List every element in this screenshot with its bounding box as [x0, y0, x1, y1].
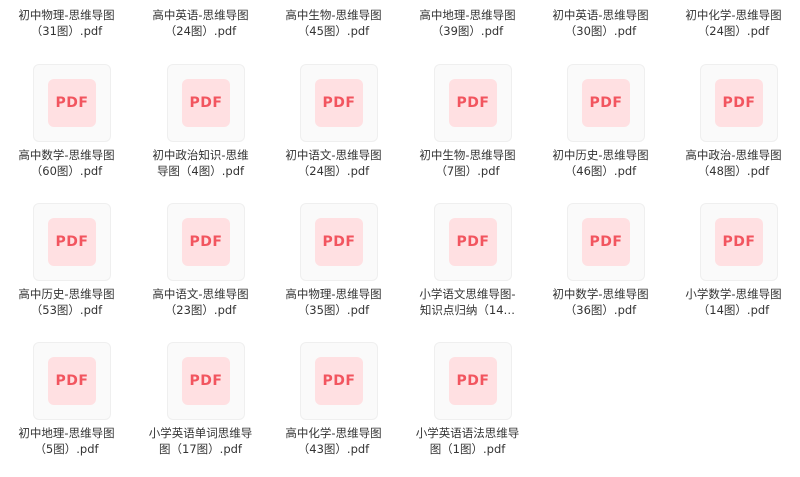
file-item[interactable]: PDF 初中语文-思维导图 （24图）.pdf: [267, 64, 400, 194]
pdf-file-icon: PDF: [182, 79, 230, 127]
file-item[interactable]: PDF 高中物理-思维导图 （35图）.pdf: [267, 203, 400, 333]
file-name-label[interactable]: 高中数学-思维导图 （60图）.pdf: [0, 147, 133, 179]
pdf-file-icon: PDF: [315, 218, 363, 266]
file-thumbnail[interactable]: PDF: [167, 64, 245, 142]
file-name-label[interactable]: 小学英语语法思维导 图（1图）.pdf: [401, 425, 534, 457]
file-name-label[interactable]: 高中英语-思维导图 （24图）.pdf: [134, 7, 267, 39]
file-name-label[interactable]: 小学英语单词思维导 图（17图）.pdf: [134, 425, 267, 457]
file-thumbnail[interactable]: PDF: [567, 64, 645, 142]
file-name-label[interactable]: 高中生物-思维导图 （45图）.pdf: [267, 7, 400, 39]
pdf-file-icon: PDF: [449, 218, 497, 266]
file-name-label[interactable]: 初中生物-思维导图 （7图）.pdf: [401, 147, 534, 179]
pdf-file-icon: PDF: [715, 218, 763, 266]
pdf-file-icon: PDF: [48, 357, 96, 405]
file-thumbnail[interactable]: PDF: [33, 64, 111, 142]
file-thumbnail[interactable]: PDF: [33, 203, 111, 281]
file-name-label[interactable]: 初中化学-思维导图 （24图）.pdf: [667, 7, 800, 39]
file-name-label[interactable]: 高中政治-思维导图 （48图）.pdf: [667, 147, 800, 179]
file-name-label[interactable]: 初中语文-思维导图 （24图）.pdf: [267, 147, 400, 179]
file-thumbnail[interactable]: PDF: [434, 64, 512, 142]
file-thumbnail[interactable]: PDF: [700, 203, 778, 281]
file-item[interactable]: PDF 小学数学-思维导图 （14图）.pdf: [667, 203, 800, 333]
file-name-label[interactable]: 高中地理-思维导图 （39图）.pdf: [401, 7, 534, 39]
file-name-label[interactable]: 高中历史-思维导图 （53图）.pdf: [0, 286, 133, 318]
pdf-file-icon: PDF: [48, 218, 96, 266]
file-item[interactable]: PDF 高中数学-思维导图 （60图）.pdf: [0, 64, 133, 194]
file-item[interactable]: PDF 初中生物-思维导图 （7图）.pdf: [401, 64, 534, 194]
pdf-file-icon: PDF: [315, 357, 363, 405]
pdf-file-icon: PDF: [315, 79, 363, 127]
file-name-label[interactable]: 初中地理-思维导图 （5图）.pdf: [0, 425, 133, 457]
pdf-file-icon: PDF: [182, 357, 230, 405]
file-item[interactable]: PDF 高中化学-思维导图 （43图）.pdf: [267, 342, 400, 472]
pdf-file-icon: PDF: [182, 218, 230, 266]
file-thumbnail[interactable]: PDF: [300, 64, 378, 142]
file-item[interactable]: PDF 小学英语单词思维导 图（17图）.pdf: [134, 342, 267, 472]
file-item[interactable]: PDF 高中语文-思维导图 （23图）.pdf: [134, 203, 267, 333]
file-thumbnail[interactable]: PDF: [33, 342, 111, 420]
file-name-label[interactable]: 初中政治知识-思维 导图（4图）.pdf: [134, 147, 267, 179]
pdf-file-icon: PDF: [582, 218, 630, 266]
file-name-label[interactable]: 高中语文-思维导图 （23图）.pdf: [134, 286, 267, 318]
pdf-file-icon: PDF: [48, 79, 96, 127]
file-grid: 初中物理-思维导图 （31图）.pdf 高中英语-思维导图 （24图）.pdf 高中…: [0, 0, 800, 477]
file-item[interactable]: PDF 初中历史-思维导图 （46图）.pdf: [534, 64, 667, 194]
file-item[interactable]: PDF 初中数学-思维导图 （36图）.pdf: [534, 203, 667, 333]
file-name-label[interactable]: 高中物理-思维导图 （35图）.pdf: [267, 286, 400, 318]
file-name-label[interactable]: 初中历史-思维导图 （46图）.pdf: [534, 147, 667, 179]
file-item[interactable]: PDF 初中地理-思维导图 （5图）.pdf: [0, 342, 133, 472]
file-name-label[interactable]: 小学数学-思维导图 （14图）.pdf: [667, 286, 800, 318]
file-item[interactable]: PDF 初中政治知识-思维 导图（4图）.pdf: [134, 64, 267, 194]
file-name-label[interactable]: 初中数学-思维导图 （36图）.pdf: [534, 286, 667, 318]
file-item[interactable]: PDF 小学英语语法思维导 图（1图）.pdf: [401, 342, 534, 472]
file-thumbnail[interactable]: PDF: [167, 342, 245, 420]
file-thumbnail[interactable]: PDF: [700, 64, 778, 142]
file-thumbnail[interactable]: PDF: [300, 342, 378, 420]
pdf-file-icon: PDF: [449, 357, 497, 405]
file-thumbnail[interactable]: PDF: [434, 342, 512, 420]
file-name-label[interactable]: 初中物理-思维导图 （31图）.pdf: [0, 7, 133, 39]
file-thumbnail[interactable]: PDF: [300, 203, 378, 281]
file-thumbnail[interactable]: PDF: [167, 203, 245, 281]
file-thumbnail[interactable]: PDF: [434, 203, 512, 281]
file-item[interactable]: PDF 小学语文思维导图- 知识点归纳（14…: [401, 203, 534, 333]
file-item[interactable]: PDF 高中历史-思维导图 （53图）.pdf: [0, 203, 133, 333]
file-name-label[interactable]: 高中化学-思维导图 （43图）.pdf: [267, 425, 400, 457]
file-thumbnail[interactable]: PDF: [567, 203, 645, 281]
file-name-label[interactable]: 小学语文思维导图- 知识点归纳（14…: [401, 286, 534, 318]
pdf-file-icon: PDF: [449, 79, 497, 127]
pdf-file-icon: PDF: [715, 79, 763, 127]
file-item[interactable]: PDF 高中政治-思维导图 （48图）.pdf: [667, 64, 800, 194]
pdf-file-icon: PDF: [582, 79, 630, 127]
file-name-label[interactable]: 初中英语-思维导图 （30图）.pdf: [534, 7, 667, 39]
